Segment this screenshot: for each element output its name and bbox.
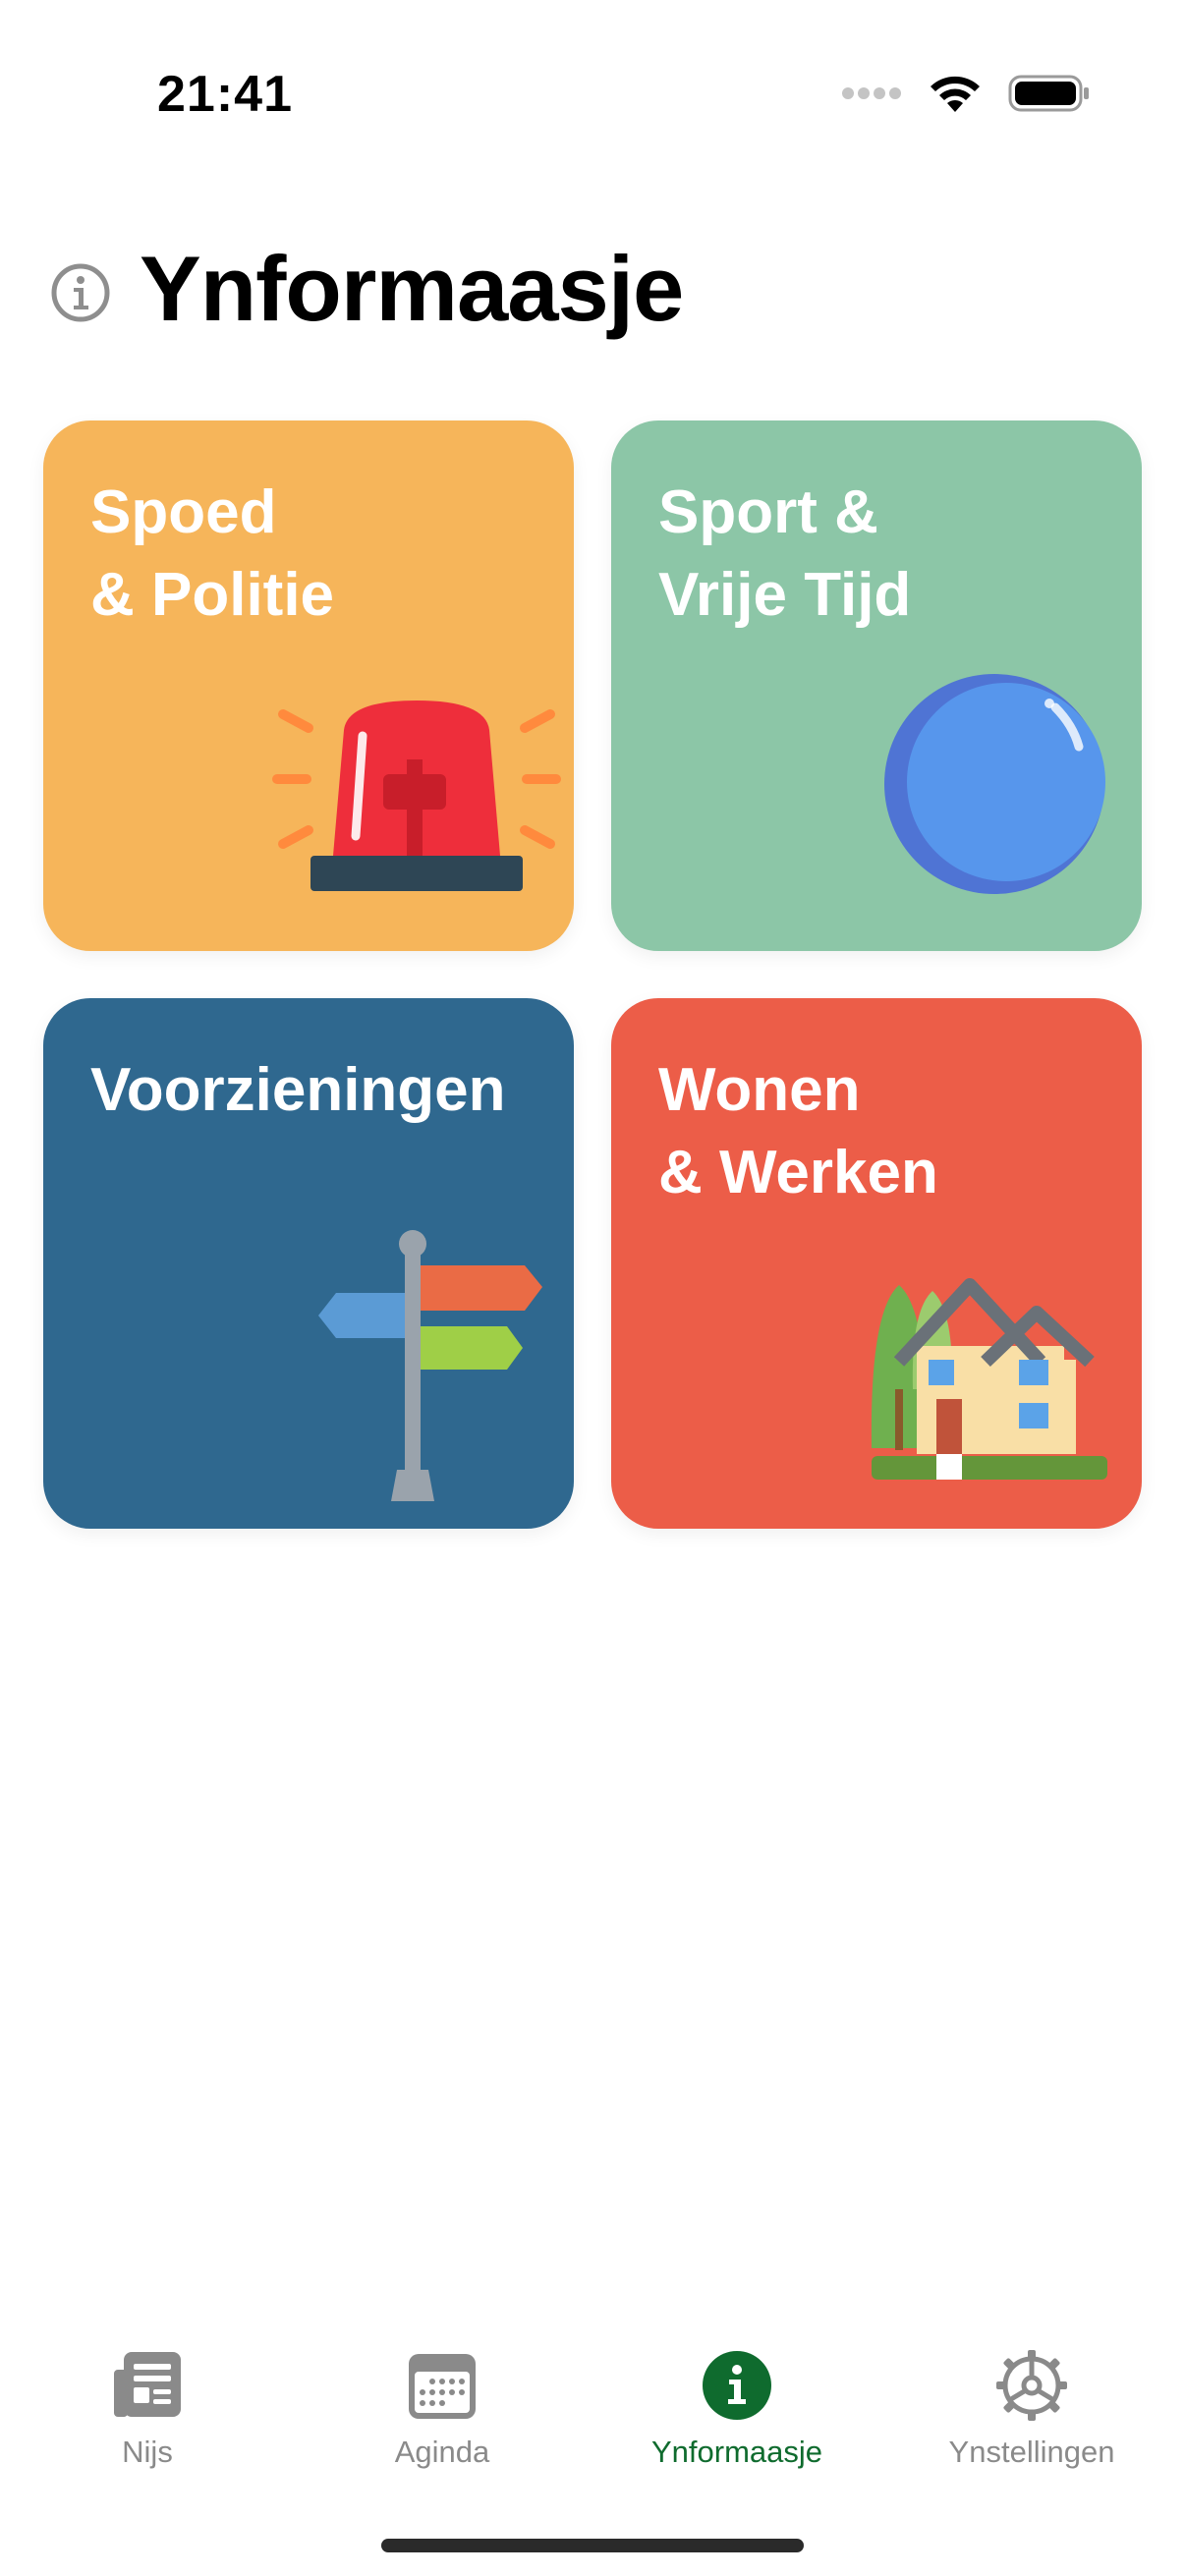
tab-ynstellingen[interactable]: Ynstellingen [884, 2348, 1179, 2495]
card-title: Sport & Vrije Tijd [658, 478, 912, 629]
siren-icon [272, 700, 561, 891]
info-icon [703, 2351, 771, 2420]
newspaper-icon [114, 2352, 181, 2417]
calendar-icon [409, 2354, 476, 2419]
tab-ynformaasje[interactable]: Ynformaasje [590, 2348, 884, 2495]
tab-label: Aginda [394, 2435, 490, 2469]
status-bar: 21:41 [0, 0, 1185, 196]
status-icons [841, 73, 1091, 114]
ball-icon [884, 674, 1105, 894]
page-header: Ynformaasje [0, 226, 1185, 364]
card-title: Spoed & Politie [90, 478, 335, 629]
card-voorzieningen[interactable]: Voorzieningen [43, 998, 574, 1529]
status-time: 21:41 [157, 66, 293, 123]
card-spoed-politie[interactable]: Spoed & Politie [43, 420, 574, 951]
battery-icon [1008, 75, 1089, 112]
tab-label: Ynstellingen [948, 2435, 1115, 2469]
tab-nijs[interactable]: Nijs [0, 2348, 295, 2495]
tab-label: Ynformaasje [650, 2435, 823, 2469]
house-icon [871, 1278, 1107, 1480]
tab-bar: Nijs Aginda Ynformaasje Ynstellingen [0, 2299, 1185, 2495]
info-icon[interactable] [49, 261, 112, 324]
gear-icon [996, 2350, 1067, 2421]
home-indicator [381, 2539, 804, 2552]
card-wonen-werken[interactable]: Wonen & Werken [611, 998, 1142, 1529]
tab-label: Nijs [122, 2435, 173, 2469]
card-sport-vrije-tijd[interactable]: Sport & Vrije Tijd [611, 420, 1142, 951]
card-title: Wonen & Werken [658, 1056, 938, 1206]
signpost-icon [318, 1230, 542, 1501]
page-title: Ynformaasje [140, 237, 684, 340]
tab-aginda[interactable]: Aginda [295, 2348, 590, 2495]
wifi-icon [931, 76, 980, 112]
cellular-signal-icon [842, 87, 901, 99]
card-title: Voorzieningen [90, 1056, 506, 1124]
